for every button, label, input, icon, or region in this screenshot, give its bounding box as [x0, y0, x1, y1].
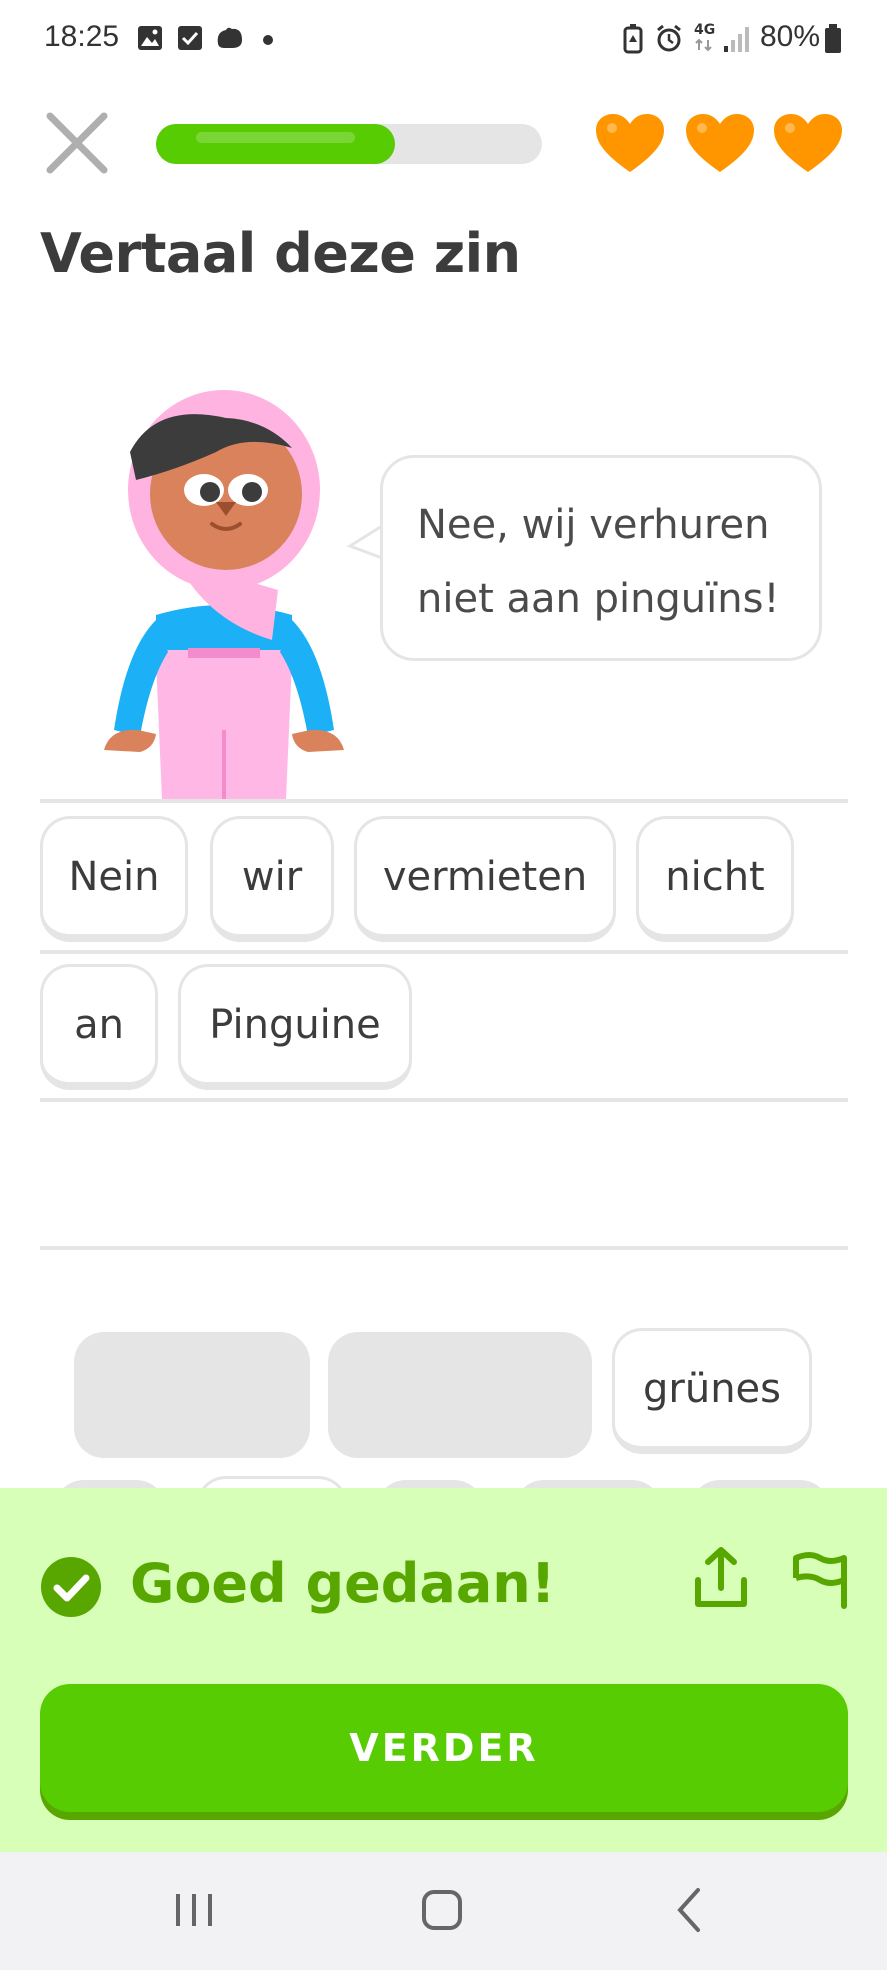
battery-icon: [825, 24, 841, 53]
heart-icon: [596, 114, 664, 172]
gallery-icon: [138, 26, 162, 50]
answer-word-chip[interactable]: Pinguine: [178, 964, 412, 1090]
heart-icon: [774, 114, 842, 172]
feedback-message: Goed gedaan!: [130, 1552, 556, 1615]
answer-word-chip[interactable]: vermieten: [354, 816, 616, 942]
data-arrows-icon: [695, 38, 712, 52]
answer-line-2: [40, 950, 848, 954]
check-circle-icon: [41, 1557, 101, 1617]
answer-line-1: [40, 799, 848, 803]
bubble-tail-cover: [384, 520, 392, 560]
progress-shine: [196, 132, 355, 143]
home-icon[interactable]: [412, 1882, 472, 1938]
flag-icon[interactable]: [790, 1546, 852, 1610]
exercise-title: Vertaal deze zin: [40, 222, 521, 285]
alarm-icon: [657, 24, 681, 52]
lesson-progress-fill: [156, 124, 395, 164]
answer-word-chip[interactable]: an: [40, 964, 158, 1090]
answer-word-chip[interactable]: nicht: [636, 816, 794, 942]
duolingo-notification-icon: [217, 27, 242, 48]
word-bank-chip[interactable]: grünes: [612, 1328, 812, 1454]
battery-saver-icon: [623, 24, 643, 54]
answer-word-chip[interactable]: wir: [210, 816, 334, 942]
used-word-slot: [74, 1332, 310, 1458]
lesson-progress-bar: [156, 124, 542, 164]
share-icon[interactable]: [690, 1546, 752, 1610]
more-notifications-dot-icon: [263, 35, 273, 45]
status-time: 18:25: [44, 20, 120, 53]
answer-line-3: [40, 1098, 848, 1102]
signal-icon: [724, 27, 749, 52]
system-nav-bar: [0, 1852, 887, 1970]
answer-word-chip[interactable]: Nein: [40, 816, 188, 942]
network-type-label: 4G: [694, 22, 716, 38]
continue-button[interactable]: VERDER: [40, 1684, 848, 1812]
checkbox-notification-icon: [178, 26, 202, 50]
heart-icon: [686, 114, 754, 172]
prompt-line-2: niet aan pinguïns!: [417, 576, 780, 622]
recent-apps-icon[interactable]: [164, 1882, 224, 1938]
back-icon[interactable]: [660, 1882, 720, 1938]
speech-bubble[interactable]: Nee, wij verhuren niet aan pinguïns!: [380, 455, 822, 661]
answer-line-4: [40, 1246, 848, 1250]
used-word-slot: [328, 1332, 592, 1458]
battery-percent: 80%: [760, 20, 821, 53]
prompt-line-1: Nee, wij verhuren: [417, 502, 770, 548]
status-bar: 18:25 4G 80%: [0, 0, 887, 80]
close-icon[interactable]: [44, 110, 110, 176]
character-illustration: [104, 390, 344, 800]
